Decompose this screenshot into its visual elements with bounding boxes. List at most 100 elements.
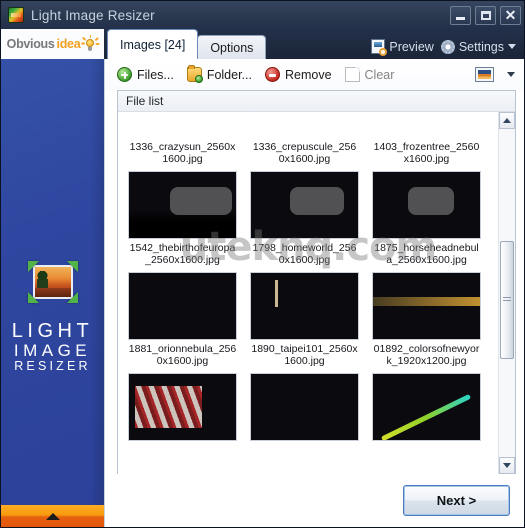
- thumbnail-image: [128, 171, 237, 239]
- thumbnail-filename: 1403_frozentree_2560x1600.jpg: [373, 141, 480, 165]
- chevron-down-icon: [503, 463, 511, 468]
- thumbnail-row: 1336_crazysun_2560x1600.jpg 1336_crepusc…: [124, 112, 492, 171]
- thumbnail-image: [372, 171, 481, 239]
- chevron-up-icon: [503, 118, 511, 123]
- chevron-down-icon[interactable]: [508, 44, 516, 49]
- tab-strip: Obviousidea Images [24] Options Preview: [1, 29, 524, 59]
- thumbnail-item[interactable]: 1798_homeworld_2560x1600.jpg: [248, 171, 361, 272]
- next-button-label: Next >: [436, 493, 477, 508]
- brand-text-idea: idea: [56, 37, 81, 51]
- minimize-button[interactable]: [450, 5, 471, 25]
- left-sidebar: LIGHT IMAGE RESIZER: [1, 59, 104, 527]
- scroll-down-button[interactable]: [499, 457, 515, 474]
- tab-images[interactable]: Images [24]: [107, 29, 199, 59]
- sidebar-product-name: LIGHT IMAGE RESIZER: [12, 321, 93, 373]
- thumbnail-item[interactable]: 1875_horseheadnebula_2560x1600.jpg: [370, 171, 483, 272]
- thumbnail-item[interactable]: [370, 373, 483, 447]
- settings-label: Settings: [458, 39, 504, 54]
- preview-label: Preview: [389, 39, 434, 54]
- scroll-up-button[interactable]: [499, 112, 515, 129]
- tab-strip-actions: Preview Settings: [371, 39, 524, 59]
- app-window: Light Image Resizer ✕ Obvious idea Image…: [0, 0, 525, 528]
- thumbnail-item[interactable]: [126, 373, 239, 447]
- thumbnail-filename: 1336_crepuscule_2560x1600.jpg: [252, 141, 357, 165]
- thumbnail-item[interactable]: 01892_colorsofnewyork_1920x1200.jpg: [370, 272, 483, 373]
- arrow-top-right-icon: [66, 261, 78, 272]
- thumbnail-row: 1881_orionnebula_2560x1600.jpg 1890_taip…: [124, 272, 492, 373]
- file-list-group: File list 1336_crazysun_2560x1600.jpg 13…: [117, 90, 516, 474]
- resize-photo-icon: [26, 259, 80, 305]
- window-controls: ✕: [450, 5, 521, 25]
- sidebar-word-image: IMAGE: [13, 341, 92, 360]
- thumbnail-item[interactable]: 1403_frozentree_2560x1600.jpg: [370, 112, 483, 171]
- remove-button[interactable]: Remove: [264, 67, 332, 82]
- thumbnail-image: [250, 171, 359, 239]
- thumbnail-item[interactable]: 1881_orionnebula_2560x1600.jpg: [126, 272, 239, 373]
- thumbnail-view-icon[interactable]: [475, 67, 494, 82]
- thumbnail-image: [128, 272, 237, 340]
- settings-button[interactable]: Settings: [440, 39, 516, 54]
- chevron-up-icon: [45, 512, 60, 520]
- main-panel: Files... Folder... Remove Clear File lis…: [104, 59, 524, 527]
- thumbnail-image: [128, 373, 237, 441]
- thumbnail-item[interactable]: 1336_crepuscule_2560x1600.jpg: [248, 112, 361, 171]
- thumbnail-item[interactable]: [248, 373, 361, 447]
- view-chevron-down-icon[interactable]: [507, 72, 515, 77]
- tab-images-label: Images [24]: [120, 37, 186, 52]
- app-image-icon: [8, 7, 24, 23]
- clear-icon: [344, 67, 360, 82]
- thumbnail-filename: 1881_orionnebula_2560x1600.jpg: [128, 343, 237, 367]
- file-list-body: 1336_crazysun_2560x1600.jpg 1336_crepusc…: [118, 112, 515, 474]
- tab-list: Images [24] Options: [104, 29, 267, 59]
- arrow-bottom-left-icon: [27, 292, 39, 303]
- thumbnail-filename: 1336_crazysun_2560x1600.jpg: [129, 141, 236, 165]
- clear-label: Clear: [364, 67, 395, 82]
- tab-options[interactable]: Options: [197, 35, 267, 59]
- next-button[interactable]: Next >: [403, 485, 510, 516]
- add-files-button[interactable]: Files...: [117, 67, 174, 82]
- close-icon: ✕: [504, 6, 517, 23]
- thumbnail-filename: 1798_homeworld_2560x1600.jpg: [252, 242, 357, 266]
- thumbnail-item[interactable]: 1336_crazysun_2560x1600.jpg: [126, 112, 239, 171]
- add-files-icon: [117, 67, 132, 82]
- sidebar-word-light: LIGHT: [11, 320, 94, 342]
- action-bar: Next >: [105, 474, 524, 527]
- file-list-scrollbar[interactable]: [498, 112, 515, 474]
- brand-text-obvious: Obvious: [6, 37, 55, 51]
- thumbnail-item[interactable]: 1890_taipei101_2560x1600.jpg: [248, 272, 361, 373]
- thumbnail-filename: 1875_horseheadnebula_2560x1600.jpg: [374, 242, 479, 266]
- thumbnail-image: [372, 373, 481, 441]
- sidebar-word-resizer: RESIZER: [14, 358, 91, 373]
- title-bar: Light Image Resizer ✕: [1, 1, 524, 29]
- clear-button[interactable]: Clear: [344, 67, 395, 82]
- thumbnail-grid-scroller[interactable]: 1336_crazysun_2560x1600.jpg 1336_crepusc…: [118, 112, 498, 474]
- add-folder-label: Folder...: [206, 67, 252, 82]
- preview-button[interactable]: Preview: [371, 39, 434, 56]
- window-title: Light Image Resizer: [31, 7, 155, 23]
- list-toolbar: Files... Folder... Remove Clear: [105, 59, 524, 90]
- remove-icon: [264, 67, 280, 82]
- thumbnail-image: [372, 272, 481, 340]
- tab-options-label: Options: [210, 40, 254, 55]
- thumbnail-grid: 1336_crazysun_2560x1600.jpg 1336_crepusc…: [118, 112, 498, 447]
- thumbnail-filename: 01892_colorsofnewyork_1920x1200.jpg: [373, 343, 480, 367]
- arrow-bottom-right-icon: [66, 292, 78, 303]
- add-files-label: Files...: [137, 67, 174, 82]
- sidebar-collapse-bar[interactable]: [1, 505, 104, 527]
- remove-label: Remove: [284, 67, 332, 82]
- thumbnail-filename: 1890_taipei101_2560x1600.jpg: [251, 343, 358, 367]
- thumbnail-item[interactable]: 1542_thebirthofeuropa_2560x1600.jpg: [126, 171, 239, 272]
- brand-logo: Obvious idea: [1, 29, 104, 59]
- scrollbar-thumb[interactable]: [500, 241, 514, 359]
- add-folder-button[interactable]: Folder...: [186, 65, 252, 83]
- gear-icon: [440, 39, 455, 54]
- close-button[interactable]: ✕: [500, 5, 521, 25]
- scrollbar-track[interactable]: [499, 129, 515, 457]
- maximize-button[interactable]: [475, 5, 496, 25]
- grip-icon: [503, 297, 511, 303]
- preview-icon: [371, 39, 388, 56]
- add-folder-icon: [186, 65, 203, 83]
- thumbnail-image: [250, 373, 359, 441]
- thumbnail-row: [124, 373, 492, 447]
- file-list-header: File list: [118, 91, 515, 112]
